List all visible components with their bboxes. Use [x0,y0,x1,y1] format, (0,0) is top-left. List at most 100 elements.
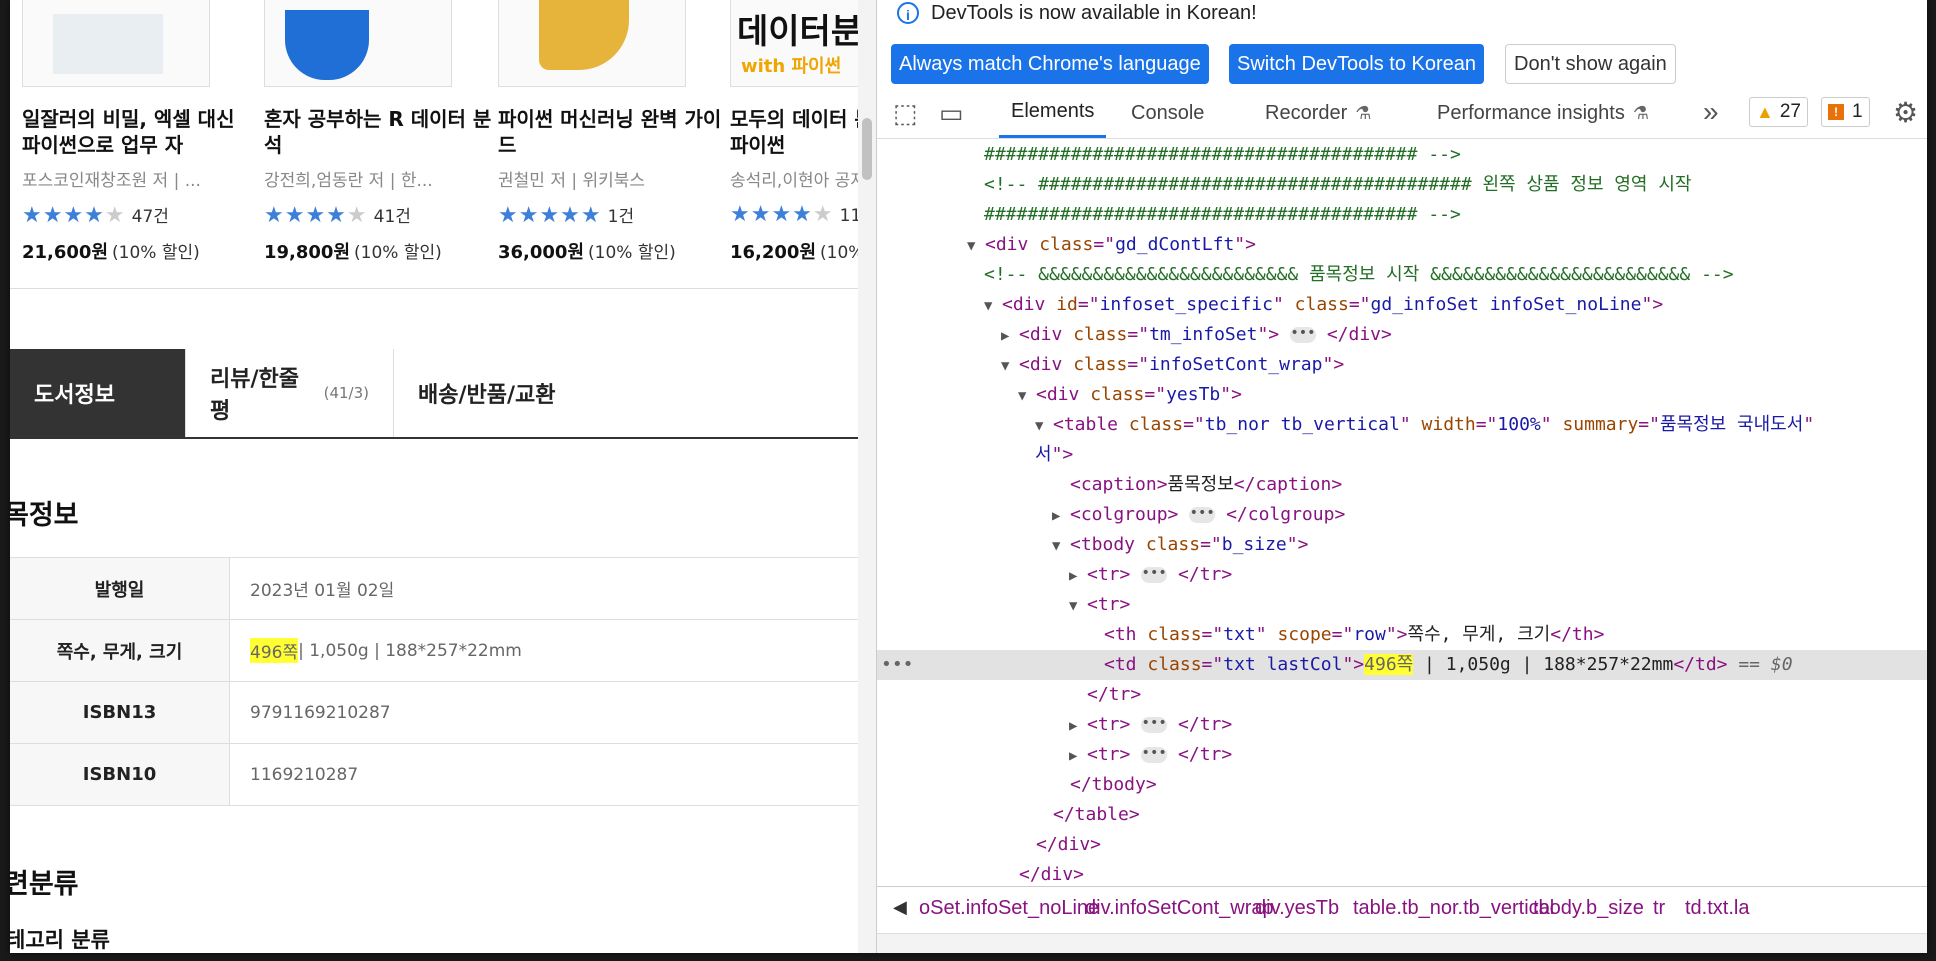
breadcrumb-item[interactable]: oSet.infoSet_noLine [919,897,1099,920]
node-actions-icon[interactable]: ••• [881,650,914,680]
collapsed-content-icon[interactable]: ••• [1141,566,1168,583]
dom-node[interactable]: </div> [877,830,1927,860]
dom-tree: ########################################… [877,140,1927,882]
tab-book-info[interactable]: 도서정보 [10,349,186,437]
book-cover-image[interactable] [22,0,210,87]
row-header: 발행일 [10,558,230,619]
book-title[interactable]: 일잘러의 비밀, 엑셀 대신 파이썬으로 업무 자 [22,106,252,158]
rating-count: 1건 [607,207,635,227]
expand-toggle-icon[interactable]: ▶ [1001,321,1019,350]
warnings-badge[interactable]: ▲ 27 [1749,97,1808,127]
dom-node[interactable]: <caption>품목정보</caption> [877,470,1927,500]
screen: 일잘러의 비밀, 엑셀 대신 파이썬으로 업무 자 포스코인재창조원 저 | .… [10,0,1927,953]
tab-performance-insights[interactable]: Performance insights ⚗ [1437,88,1649,138]
cover-title: 데이터분석 [737,12,858,52]
expand-toggle-icon[interactable]: ▼ [967,231,985,260]
breadcrumb-item[interactable]: tr [1653,897,1665,920]
breadcrumb-item[interactable]: div.infoSetCont_wrap [1085,897,1274,920]
always-match-language-button[interactable]: Always match Chrome's language [891,44,1209,84]
rating-stars: ★★★★★ 1건 [498,203,635,228]
device-toolbar-icon[interactable]: ▭ [939,98,964,129]
dom-node[interactable]: </tr> [877,680,1927,710]
inspect-element-icon[interactable]: ⬚ [893,98,918,129]
devtools-panel: i DevTools is now available in Korean! A… [876,0,1927,953]
expand-toggle-icon[interactable]: ▶ [1069,561,1087,590]
dom-node[interactable]: <!-- &&&&&&&&&&&&&&&&&&&&&&&& 품목정보 시작 &&… [877,260,1927,290]
dom-node[interactable]: ▼ <table class="tb_nor tb_vertical" width… [877,410,1927,440]
expand-toggle-icon[interactable]: ▶ [1069,741,1087,770]
dont-show-again-button[interactable]: Don't show again [1505,44,1676,84]
row-header: ISBN13 [10,682,230,743]
devtools-toolbar: ⬚ ▭ Elements Console Recorder ⚗ Performan… [877,88,1927,139]
table-row: ISBN13 9791169210287 [10,682,858,744]
dom-node[interactable]: </tbody> [877,770,1927,800]
collapsed-content-icon[interactable]: ••• [1189,506,1216,523]
expand-toggle-icon[interactable]: ▼ [1069,591,1087,620]
collapsed-content-icon[interactable]: ••• [1141,746,1168,763]
tab-shipping[interactable]: 배송/반품/교환 [394,349,594,437]
rating-stars: ★★★★★ 41건 [264,203,411,228]
dom-node[interactable]: ▼ <tbody class="b_size"> [877,530,1927,560]
breadcrumb-item[interactable]: tbody.b_size [1533,897,1644,920]
more-tabs-icon[interactable]: » [1703,96,1719,128]
page-scrollbar[interactable] [858,0,876,953]
expand-toggle-icon[interactable]: ▼ [1018,381,1036,410]
dom-node[interactable]: ▼ <div id="infoset_specific" class="gd_in… [877,290,1927,320]
rating-count: 47건 [131,207,169,227]
dom-node[interactable]: <th class="txt" scope="row">쪽수, 무게, 크기</… [877,620,1927,650]
rating-count: 11 [839,206,858,226]
row-value: 2023년 01월 02일 [250,581,395,601]
dom-node[interactable]: ▶ <tr> ••• </tr> [877,710,1927,740]
breadcrumb: ◀ oSet.infoSet_noLine div.infoSetCont_wra… [877,886,1927,933]
dom-node-selected[interactable]: ••• <td class="txt lastCol">496쪽 | 1,050g… [877,650,1927,680]
category-label: 테고리 분류 [10,928,110,952]
tab-console[interactable]: Console [1131,88,1204,138]
breadcrumb-item[interactable]: table.tb_nor.tb_vertical [1353,897,1554,920]
dom-node[interactable]: </div> [877,860,1927,882]
scroll-left-icon[interactable]: ◀ [893,897,907,918]
dom-node[interactable]: ▶ <div class="tm_infoSet"> ••• </div> [877,320,1927,350]
collapsed-content-icon[interactable]: ••• [1289,326,1316,343]
dom-node[interactable]: ▼ <div class="infoSetCont_wrap"> [877,350,1927,380]
scrollbar-thumb[interactable] [862,118,872,180]
book-author: 강전희,엄동란 저 | 한... [264,171,433,191]
dom-node[interactable]: ▶ <colgroup> ••• </colgroup> [877,500,1927,530]
dom-node[interactable]: 서"> [877,440,1927,470]
dom-node[interactable]: ▼ <div class="gd_dContLft"> [877,230,1927,260]
dom-node[interactable]: ########################################… [877,140,1927,170]
dom-node[interactable]: ▶ <tr> ••• </tr> [877,560,1927,590]
book-title[interactable]: 파이썬 머신러닝 완벽 가이드 [498,106,728,158]
dom-node[interactable]: ▼ <div class="yesTb"> [877,380,1927,410]
book-title[interactable]: 모두의 데이터 분석 with 파이썬 [730,106,858,158]
dom-node[interactable]: ▶ <tr> ••• </tr> [877,740,1927,770]
rating-stars: ★★★★★ 47건 [22,203,169,228]
rating-stars: ★★★★★ 11 [730,202,858,227]
dom-node[interactable]: </table> [877,800,1927,830]
expand-toggle-icon[interactable]: ▶ [1052,501,1070,530]
book-price: 16,200원(10% 할 [730,242,858,263]
book-cover-image[interactable]: 데이터분석 with 파이썬 [730,0,858,87]
expand-toggle-icon[interactable]: ▼ [1035,411,1053,440]
issues-badge[interactable]: ! 1 [1821,97,1870,127]
settings-gear-icon[interactable]: ⚙ [1893,96,1918,129]
dom-node[interactable]: ########################################… [877,200,1927,230]
tab-recorder[interactable]: Recorder ⚗ [1265,88,1371,138]
breadcrumb-item[interactable]: td.txt.la [1685,897,1749,920]
tab-elements[interactable]: Elements [999,88,1107,138]
expand-toggle-icon[interactable]: ▼ [984,291,1002,320]
expand-toggle-icon[interactable]: ▼ [1052,531,1070,560]
row-value: 1169210287 [250,764,359,785]
dom-node[interactable]: <!-- ###################################… [877,170,1927,200]
book-title[interactable]: 혼자 공부하는 R 데이터 분석 [264,106,494,158]
collapsed-content-icon[interactable]: ••• [1141,716,1168,733]
book-cover-image[interactable] [498,0,686,87]
book-cover-image[interactable] [264,0,452,87]
switch-to-korean-button[interactable]: Switch DevTools to Korean [1229,44,1485,84]
related-category-heading: 련분류 [10,869,79,900]
expand-toggle-icon[interactable]: ▼ [1001,351,1019,380]
breadcrumb-item[interactable]: div.yesTb [1255,897,1339,920]
expand-toggle-icon[interactable]: ▶ [1069,711,1087,740]
tab-reviews[interactable]: 리뷰/한줄평 (41/3) [186,349,394,437]
dom-node[interactable]: ▼ <tr> [877,590,1927,620]
row-value: 496쪽 | 1,050g | 188*257*22mm [250,620,522,681]
